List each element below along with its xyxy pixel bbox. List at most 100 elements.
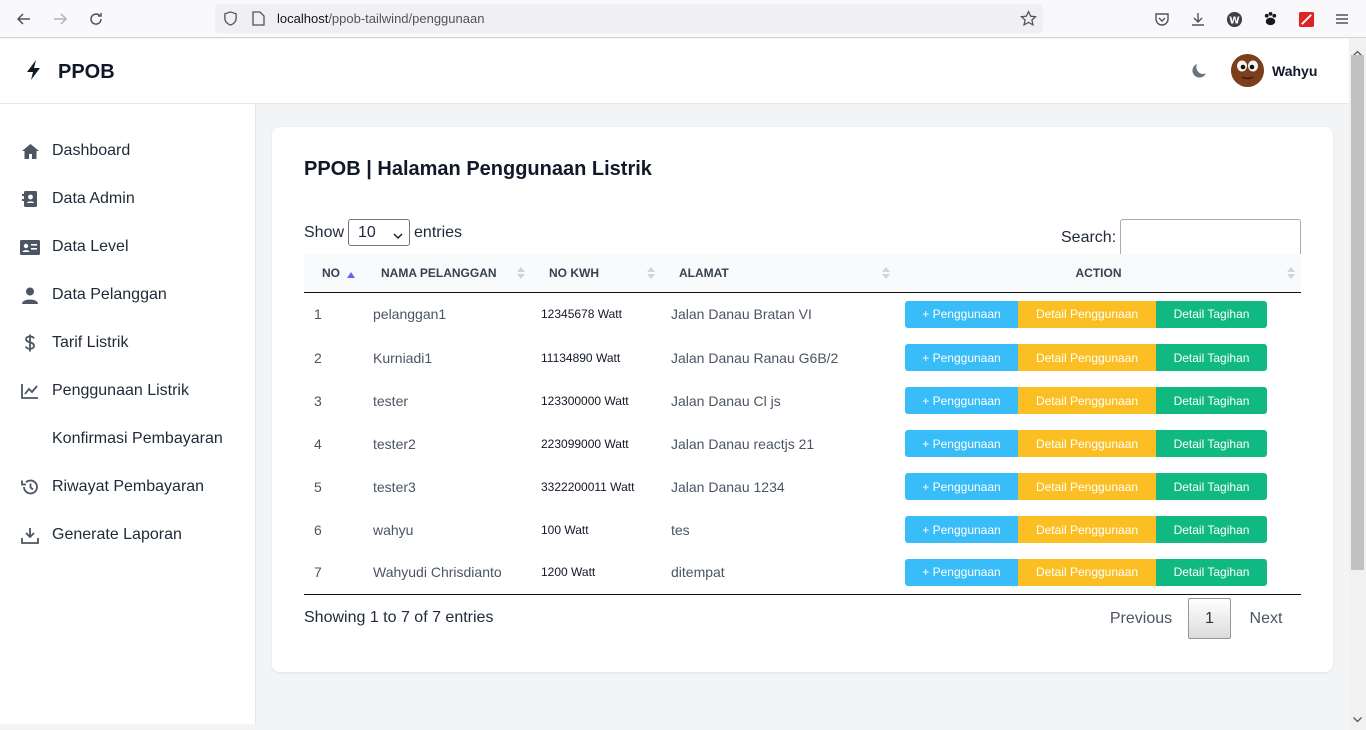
- cell-nama: Wahyudi Chrisdianto: [373, 564, 502, 581]
- vertical-scrollbar[interactable]: [1349, 39, 1366, 730]
- add-usage-button[interactable]: + Penggunaan: [905, 300, 1018, 328]
- column-header-no[interactable]: NO: [304, 254, 363, 292]
- column-header-nama[interactable]: NAMA PELANGGAN: [363, 254, 531, 292]
- extension-paw-icon[interactable]: [1259, 8, 1281, 30]
- cell-alamat: tes: [671, 521, 690, 538]
- table-row: 1 pelanggan1 12345678 Watt Jalan Danau B…: [304, 292, 1301, 336]
- detail-bill-button[interactable]: Detail Tagihan: [1156, 300, 1267, 328]
- detail-usage-button[interactable]: Detail Penggunaan: [1018, 558, 1156, 586]
- contact-book-icon: [20, 189, 40, 209]
- entries-select-value: 10: [358, 223, 376, 241]
- search-input[interactable]: [1120, 219, 1302, 256]
- sidebar-item-konfirmasi-pembayaran[interactable]: Konfirmasi Pembayaran: [0, 419, 255, 459]
- detail-usage-button[interactable]: Detail Penggunaan: [1018, 516, 1156, 543]
- table-row: 3 tester 123300000 Watt Jalan Danau Cl j…: [304, 379, 1301, 422]
- sort-icon: [647, 267, 655, 282]
- sidebar-item-data-admin[interactable]: Data Admin: [0, 179, 255, 219]
- sidebar-item-data-level[interactable]: Data Level: [0, 227, 255, 267]
- bookmark-star-icon[interactable]: [1020, 10, 1037, 32]
- avatar[interactable]: [1231, 54, 1264, 87]
- detail-bill-button[interactable]: Detail Tagihan: [1156, 558, 1267, 586]
- page-1-button[interactable]: 1: [1188, 598, 1231, 639]
- search-label: Search:: [1061, 228, 1117, 246]
- browser-toolbar: localhost/ppob-tailwind/penggunaan W: [0, 0, 1366, 38]
- forward-icon[interactable]: [50, 9, 70, 29]
- user-icon: [20, 285, 40, 305]
- entries-select[interactable]: 10: [348, 219, 411, 246]
- table-header-row: NO NAMA PELANGGAN NO KWH ALAMAT ACTION: [304, 254, 1301, 292]
- sidebar-item-dashboard[interactable]: Dashboard: [0, 131, 255, 171]
- url-text[interactable]: localhost/ppob-tailwind/penggunaan: [277, 11, 484, 26]
- add-usage-button[interactable]: + Penggunaan: [905, 558, 1018, 586]
- action-button-group: + Penggunaan Detail Penggunaan Detail Ta…: [905, 387, 1301, 414]
- sidebar-item-tarif-listrik[interactable]: Tarif Listrik: [0, 323, 255, 363]
- detail-usage-button[interactable]: Detail Penggunaan: [1018, 430, 1156, 457]
- cell-kwh: 12345678 Watt: [541, 307, 622, 322]
- sidebar-item-label: Data Level: [52, 238, 129, 255]
- action-button-group: + Penggunaan Detail Penggunaan Detail Ta…: [905, 516, 1301, 543]
- table-info: Showing 1 to 7 of 7 entries: [304, 609, 494, 626]
- sidebar-item-generate-laporan[interactable]: Generate Laporan: [0, 515, 255, 555]
- content-card: PPOB | Halaman Penggunaan Listrik Show 1…: [272, 127, 1333, 672]
- cell-alamat: Jalan Danau reactjs 21: [671, 435, 815, 452]
- cell-no: 4: [314, 435, 322, 452]
- detail-bill-button[interactable]: Detail Tagihan: [1156, 430, 1267, 457]
- detail-bill-button[interactable]: Detail Tagihan: [1156, 473, 1267, 500]
- scroll-down-icon[interactable]: [1353, 710, 1362, 728]
- pagination: Previous 1 Next: [1094, 598, 1301, 639]
- add-usage-button[interactable]: + Penggunaan: [905, 473, 1018, 500]
- column-header-kwh[interactable]: NO KWH: [531, 254, 661, 292]
- pocket-icon[interactable]: [1151, 8, 1173, 30]
- next-page-button[interactable]: Next: [1231, 598, 1301, 639]
- line-chart-icon: [20, 381, 40, 401]
- scroll-thumb[interactable]: [1351, 55, 1364, 570]
- cell-action: + Penggunaan Detail Penggunaan Detail Ta…: [896, 551, 1301, 594]
- sort-icon: [1287, 267, 1295, 282]
- downloads-icon[interactable]: [1187, 8, 1209, 30]
- previous-page-button[interactable]: Previous: [1094, 598, 1188, 639]
- cell-nama: tester: [373, 392, 409, 409]
- cell-nama: tester3: [373, 478, 416, 495]
- add-usage-button[interactable]: + Penggunaan: [905, 516, 1018, 543]
- sort-asc-icon: [347, 267, 355, 281]
- detail-usage-button[interactable]: Detail Penggunaan: [1018, 387, 1156, 414]
- add-usage-button[interactable]: + Penggunaan: [905, 344, 1018, 371]
- detail-usage-button[interactable]: Detail Penggunaan: [1018, 473, 1156, 500]
- sidebar-item-riwayat-pembayaran[interactable]: Riwayat Pembayaran: [0, 467, 255, 507]
- home-icon: [20, 141, 40, 161]
- sidebar-item-label: Tarif Listrik: [52, 334, 129, 351]
- detail-bill-button[interactable]: Detail Tagihan: [1156, 344, 1267, 371]
- detail-usage-button[interactable]: Detail Penggunaan: [1018, 344, 1156, 371]
- add-usage-button[interactable]: + Penggunaan: [905, 430, 1018, 457]
- detail-bill-button[interactable]: Detail Tagihan: [1156, 516, 1267, 543]
- page-title: PPOB | Halaman Penggunaan Listrik: [304, 158, 652, 180]
- address-bar[interactable]: localhost/ppob-tailwind/penggunaan: [215, 4, 1043, 33]
- sidebar-item-penggunaan-listrik[interactable]: Penggunaan Listrik: [0, 371, 255, 411]
- sidebar-item-data-pelanggan[interactable]: Data Pelanggan: [0, 275, 255, 315]
- url-path: /ppob-tailwind/penggunaan: [328, 11, 485, 26]
- column-header-alamat[interactable]: ALAMAT: [661, 254, 896, 292]
- add-usage-button[interactable]: + Penggunaan: [905, 387, 1018, 414]
- extension-red-icon[interactable]: [1295, 8, 1317, 30]
- cell-alamat: Jalan Danau 1234: [671, 478, 785, 495]
- cell-nama: tester2: [373, 435, 416, 452]
- brand-name: PPOB: [58, 61, 115, 83]
- brand[interactable]: PPOB: [24, 59, 115, 86]
- table-row: 7 Wahyudi Chrisdianto 1200 Watt ditempat…: [304, 551, 1301, 594]
- moon-icon[interactable]: [1189, 61, 1211, 83]
- action-button-group: + Penggunaan Detail Penggunaan Detail Ta…: [905, 430, 1301, 457]
- cell-action: + Penggunaan Detail Penggunaan Detail Ta…: [896, 508, 1301, 551]
- user-name[interactable]: Wahyu: [1272, 63, 1317, 79]
- page-icon[interactable]: [252, 11, 265, 31]
- download-icon: [20, 525, 40, 545]
- cell-kwh: 123300000 Watt: [541, 393, 629, 408]
- menu-icon[interactable]: [1331, 8, 1353, 30]
- extension-w-icon[interactable]: W: [1223, 8, 1245, 30]
- cell-action: + Penggunaan Detail Penggunaan Detail Ta…: [896, 422, 1301, 465]
- detail-usage-button[interactable]: Detail Penggunaan: [1018, 300, 1156, 328]
- back-icon[interactable]: [14, 9, 34, 29]
- reload-icon[interactable]: [86, 9, 106, 29]
- shield-icon[interactable]: [223, 11, 238, 31]
- column-header-action[interactable]: ACTION: [896, 254, 1301, 292]
- detail-bill-button[interactable]: Detail Tagihan: [1156, 387, 1267, 414]
